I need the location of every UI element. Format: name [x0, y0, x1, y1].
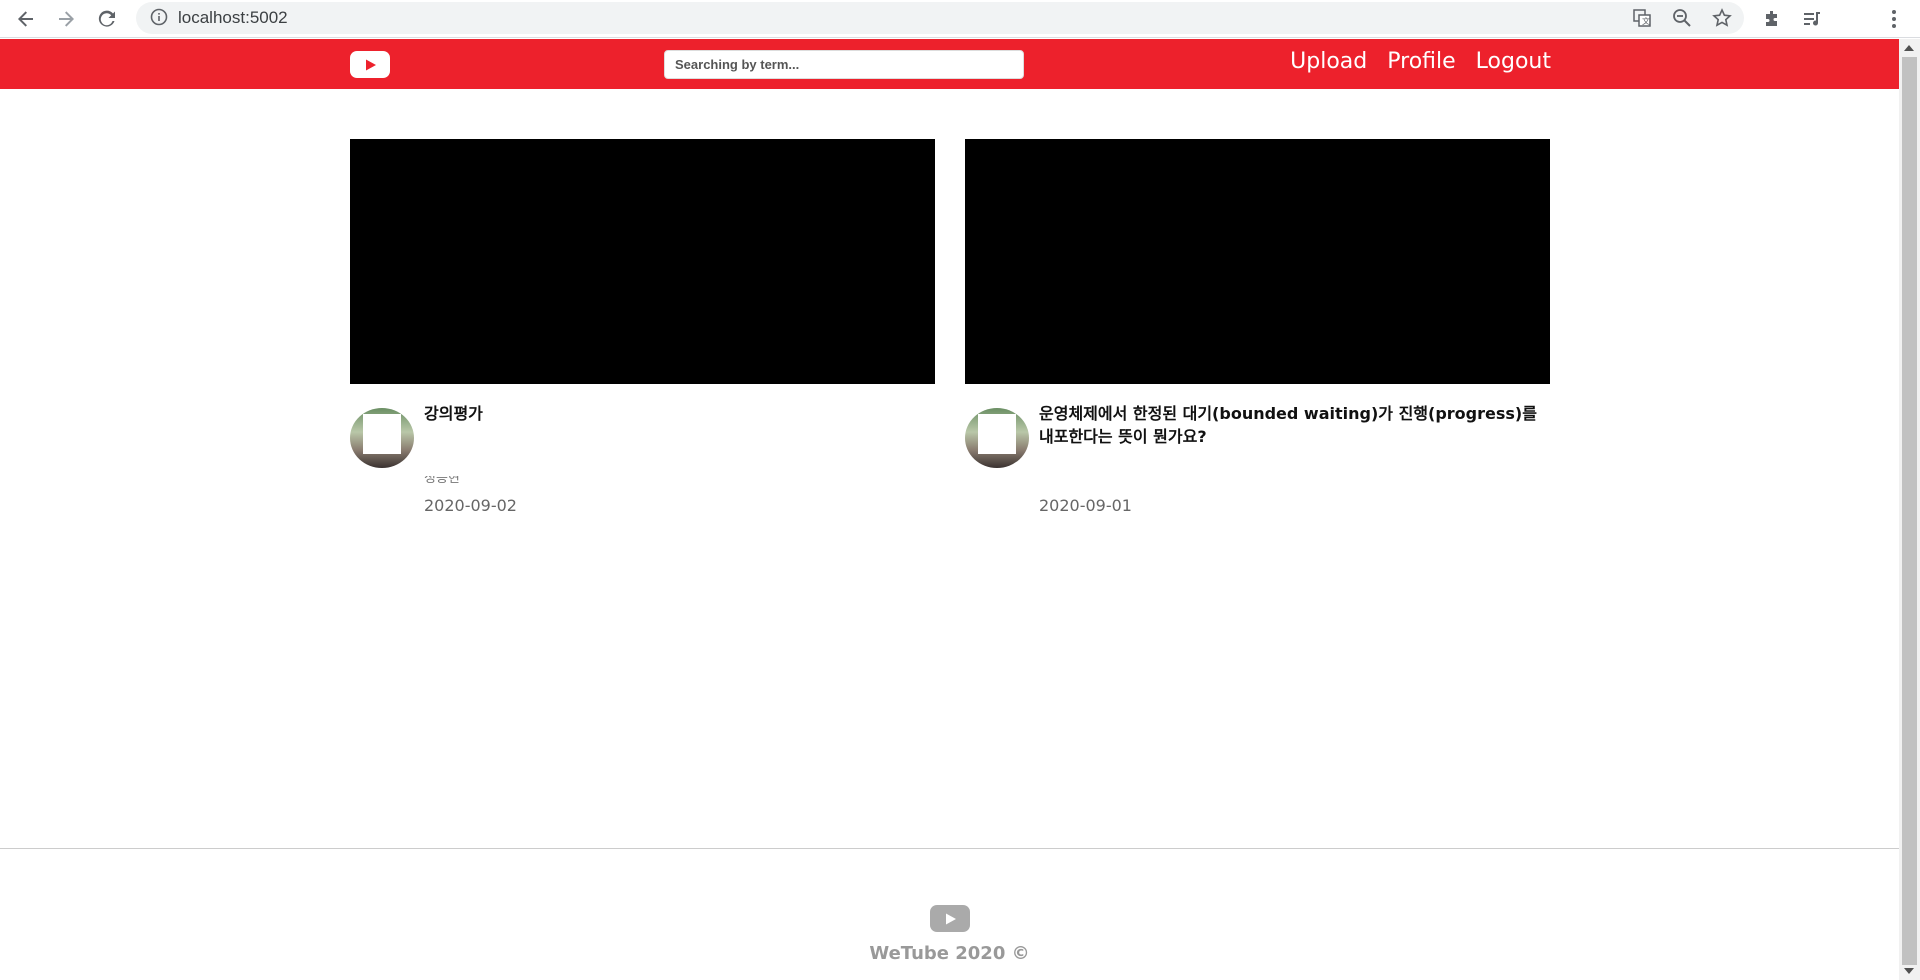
footer-copyright: WeTube 2020 ©	[869, 943, 1030, 964]
scroll-up-icon[interactable]	[1904, 45, 1914, 51]
video-thumbnail[interactable]	[965, 139, 1550, 384]
star-icon[interactable]	[1712, 8, 1732, 28]
video-date: 2020-09-02	[424, 496, 517, 515]
scroll-down-icon[interactable]	[1904, 968, 1914, 974]
profile-link[interactable]: Profile	[1387, 49, 1455, 74]
video-title[interactable]: 강의평가	[424, 402, 929, 425]
svg-text:文: 文	[1642, 16, 1650, 26]
video-meta: 강의평가 정승현 2020-09-02	[350, 384, 935, 544]
media-icon[interactable]	[1798, 5, 1826, 33]
search-input[interactable]	[664, 50, 1024, 79]
video-thumbnail[interactable]	[350, 139, 935, 384]
scrollbar[interactable]	[1899, 39, 1920, 980]
upload-link[interactable]: Upload	[1290, 49, 1367, 74]
forward-icon[interactable]	[52, 5, 80, 33]
menu-icon[interactable]	[1880, 5, 1908, 33]
scroll-thumb[interactable]	[1902, 57, 1917, 965]
url-text[interactable]: localhost:5002	[178, 8, 288, 28]
avatar[interactable]	[350, 408, 414, 468]
video-creator[interactable]: 정승현	[424, 476, 460, 486]
zoom-out-icon[interactable]	[1672, 8, 1692, 28]
footer: WeTube 2020 ©	[0, 848, 1899, 980]
info-icon[interactable]	[150, 8, 168, 26]
reload-icon[interactable]	[93, 5, 121, 33]
video-card[interactable]: 강의평가 정승현 2020-09-02	[350, 139, 935, 544]
video-date: 2020-09-01	[1039, 496, 1132, 515]
back-icon[interactable]	[12, 5, 40, 33]
video-title[interactable]: 운영체제에서 한정된 대기(bounded waiting)가 진행(progr…	[1039, 402, 1544, 448]
youtube-logo-icon	[930, 905, 970, 932]
extensions-icon[interactable]	[1758, 5, 1786, 33]
avatar[interactable]	[965, 408, 1029, 468]
app-header: Upload Profile Logout	[0, 39, 1899, 89]
logout-link[interactable]: Logout	[1476, 49, 1551, 74]
youtube-logo-icon[interactable]	[350, 51, 390, 78]
address-bar[interactable]: localhost:5002 文	[136, 2, 1744, 34]
header-nav: Upload Profile Logout	[1290, 49, 1551, 74]
translate-icon[interactable]: 文	[1632, 8, 1652, 28]
browser-toolbar: localhost:5002 文	[0, 0, 1920, 38]
video-card[interactable]: 운영체제에서 한정된 대기(bounded waiting)가 진행(progr…	[965, 139, 1550, 544]
video-meta: 운영체제에서 한정된 대기(bounded waiting)가 진행(progr…	[965, 384, 1550, 544]
